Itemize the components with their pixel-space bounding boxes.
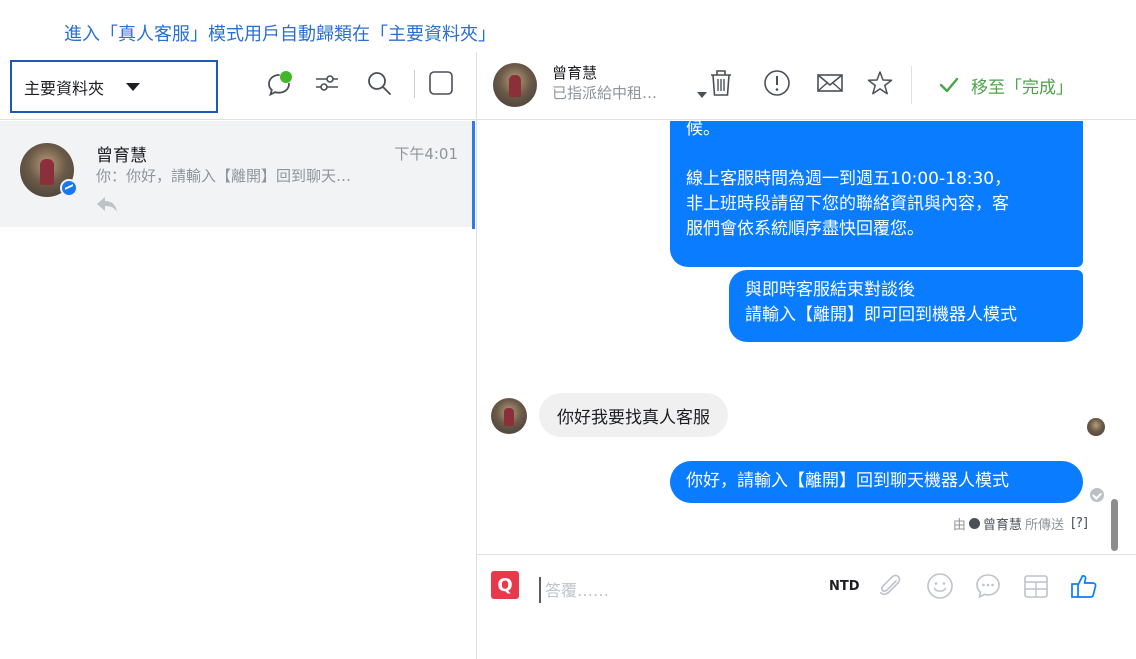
message-line: 非上班時段請留下您的聯絡資訊與內容，客 [686, 194, 1009, 214]
message-line: 候。 [686, 121, 720, 139]
message-line: 與即時客服結束對談後 [745, 280, 915, 300]
outgoing-message: 候。 線上客服時間為週一到週五10:00-18:30， 非上班時段請留下您的聯絡… [670, 121, 1083, 267]
conversation-list-item[interactable]: 曾育慧 下午4:01 你：你好，請輸入【離開】回到聊天… [0, 121, 474, 227]
appointment-icon[interactable] [1019, 569, 1053, 603]
conversation-preview: 你：你好，請輸入【離開】回到聊天… [96, 167, 352, 185]
like-icon[interactable] [1067, 569, 1101, 603]
avatar [493, 63, 537, 107]
emoji-icon[interactable] [923, 569, 957, 603]
chat-contact-name: 曾育慧 [552, 64, 598, 82]
incoming-message: 你好我要找真人客服 [539, 393, 728, 437]
sender-name[interactable]: 曾育慧 [983, 514, 1022, 533]
star-icon[interactable] [863, 66, 897, 100]
attachment-icon[interactable] [873, 569, 907, 603]
conversation-name: 曾育慧 [96, 146, 147, 166]
spam-icon[interactable] [760, 66, 794, 100]
outgoing-message: 與即時客服結束對談後 請輸入【離開】即可回到機器人模式 [729, 270, 1083, 342]
assign-dropdown[interactable]: 已指派給中租… [552, 82, 657, 103]
mark-unread-icon[interactable] [813, 66, 847, 100]
message-line: 服們會依系統順序盡快回覆您。 [686, 219, 924, 239]
messenger-icon [60, 179, 78, 197]
reply-input[interactable] [539, 577, 789, 603]
conversation-time: 下午4:01 [394, 145, 458, 163]
sent-by-label: 由 曾育慧 所傳送 [?] [952, 514, 1088, 533]
composer: Q NTD [477, 554, 1136, 626]
trash-icon[interactable] [704, 66, 738, 100]
chat-new-icon[interactable] [262, 66, 296, 100]
page-caption: 進入「真人客服」模式用戶自動歸類在「主要資料夾」 [64, 24, 496, 45]
avatar [491, 398, 527, 434]
message-line: 請輸入【離開】即可回到機器人模式 [745, 305, 1017, 325]
folder-dropdown[interactable]: 主要資料夾 [10, 60, 218, 113]
check-icon [939, 77, 959, 93]
message-line: 線上客服時間為週一到週五10:00-18:30， [686, 169, 1012, 189]
outgoing-message: 你好，請輸入【離開】回到聊天機器人模式 [670, 461, 1083, 503]
select-checkbox-icon[interactable] [424, 66, 458, 100]
move-to-done-button[interactable]: 移至「完成」 [939, 70, 1073, 100]
header-divider [911, 66, 912, 104]
seen-avatar [1087, 418, 1105, 436]
help-link[interactable]: [?] [1071, 516, 1088, 531]
saved-reply-icon[interactable] [971, 569, 1005, 603]
chat-header: 曾育慧 已指派給中租… 移至「完成」 [477, 52, 1136, 120]
folder-dropdown-label: 主要資料夾 [24, 78, 105, 98]
scrollbar[interactable] [1111, 499, 1118, 551]
sender-check-icon [968, 518, 980, 529]
currency-button[interactable]: NTD [829, 579, 860, 594]
reply-icon [96, 195, 118, 213]
selected-indicator [472, 121, 475, 229]
filter-icon[interactable] [310, 66, 344, 100]
message-thread: 候。 線上客服時間為週一到週五10:00-18:30， 非上班時段請留下您的聯絡… [477, 121, 1136, 553]
sent-check-icon [1090, 488, 1104, 502]
brand-logo-icon[interactable]: Q [491, 571, 519, 599]
toolbar-divider [414, 70, 415, 98]
caret-down-icon [126, 82, 141, 91]
search-icon[interactable] [362, 66, 396, 100]
inbox-toolbar: 主要資料夾 [0, 52, 476, 120]
move-to-done-label: 移至「完成」 [971, 77, 1073, 98]
